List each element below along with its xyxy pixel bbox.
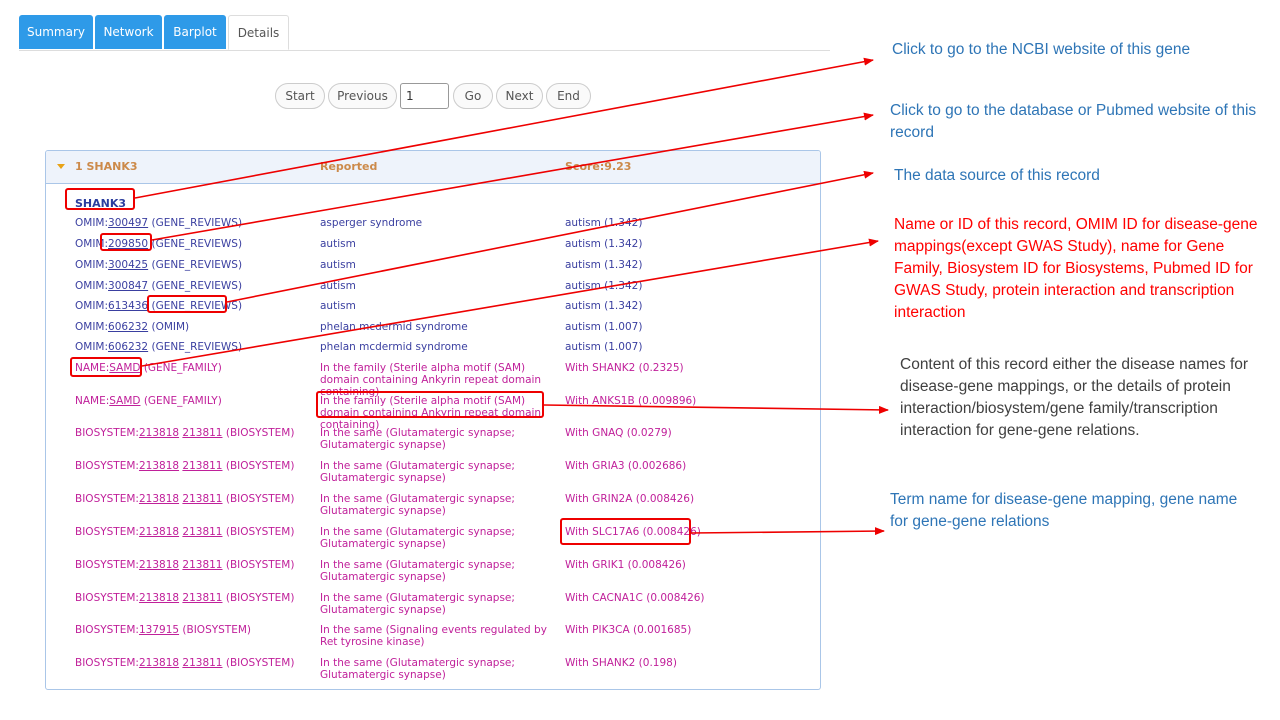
arrow-term-name	[690, 527, 885, 536]
annotation-name-id: Name or ID of this record, OMIM ID for d…	[894, 216, 1258, 321]
arrow-gene-link	[134, 57, 874, 199]
annotation-ncbi: Click to go to the NCBI website of this …	[892, 41, 1191, 58]
arrow-record-content	[543, 404, 889, 414]
arrow-record-name	[141, 238, 879, 367]
annotation-term: Term name for disease-gene mapping, gene…	[890, 491, 1238, 530]
arrow-record-id	[151, 112, 874, 241]
annotation-database: Click to go to the database or Pubmed we…	[890, 102, 1257, 141]
annotation-source: The data source of this record	[894, 167, 1100, 184]
arrow-data-source	[226, 170, 874, 303]
annotation-content: Content of this record either the diseas…	[900, 356, 1249, 439]
